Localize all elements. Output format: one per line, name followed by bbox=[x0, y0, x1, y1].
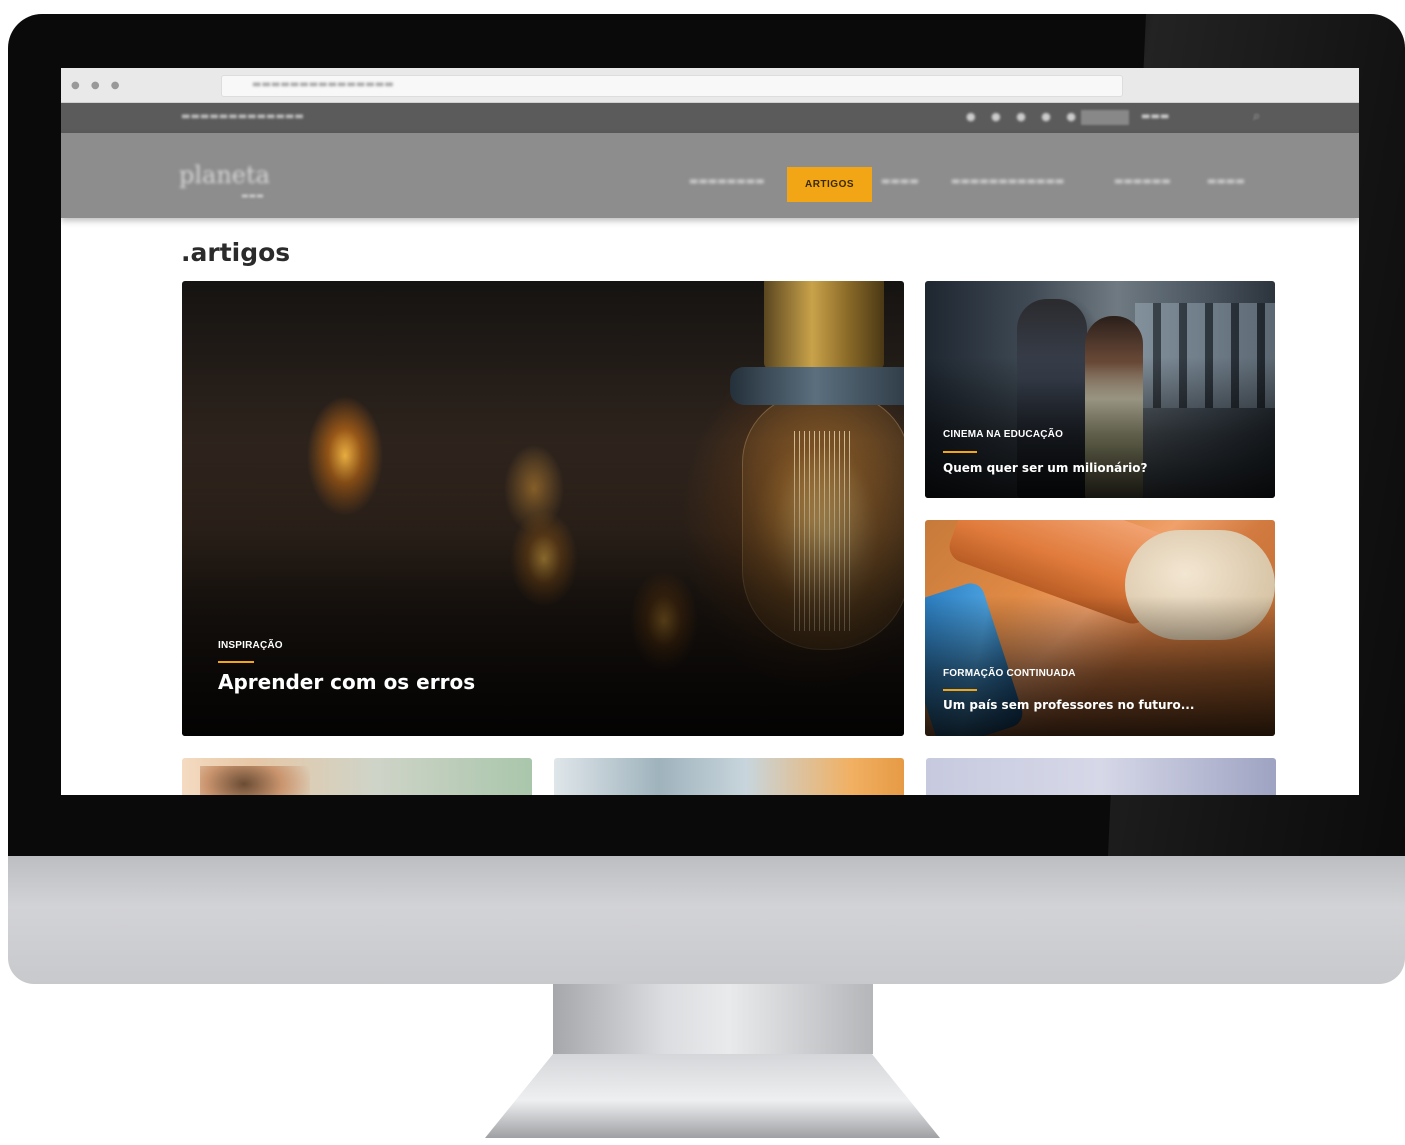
article-card-formacao[interactable]: FORMAÇÃO CONTINUADA Um país sem professo… bbox=[925, 520, 1275, 736]
nav-item-blurred-4[interactable]: ▬▬▬▬▬▬ bbox=[1114, 176, 1171, 187]
featured-article-card[interactable]: INSPIRAÇÃO Aprender com os erros bbox=[182, 281, 904, 736]
featured-title[interactable]: Aprender com os erros bbox=[218, 670, 475, 694]
browser-toolbar: ● ● ● ▬▬▬▬▬▬▬▬▬▬▬▬▬▬▬ bbox=[61, 68, 1359, 103]
main-navigation: planeta ▬▬▬ ▬▬▬▬▬▬▬▬ ARTIGOS ▬▬▬▬ ▬▬▬▬▬▬… bbox=[61, 133, 1359, 218]
article-card-bottom-3[interactable] bbox=[926, 758, 1276, 795]
search-icon[interactable]: ⌕ bbox=[1253, 109, 1260, 124]
card-gradient-overlay bbox=[925, 356, 1275, 498]
card-title[interactable]: Quem quer ser um milionário? bbox=[943, 461, 1148, 475]
card-category[interactable]: CINEMA NA EDUCAÇÃO bbox=[943, 429, 1063, 440]
window-controls-icon[interactable]: ● ● ● bbox=[71, 80, 124, 91]
address-bar-blurred-text: ▬▬▬▬▬▬▬▬▬▬▬▬▬▬▬ bbox=[252, 79, 394, 90]
category-underline bbox=[218, 661, 254, 663]
monitor-stand-neck bbox=[553, 984, 873, 1054]
card-category[interactable]: FORMAÇÃO CONTINUADA bbox=[943, 668, 1076, 679]
social-icons[interactable]: ● ● ● ● ● bbox=[966, 110, 1082, 123]
category-underline bbox=[943, 689, 977, 691]
nav-item-blurred-3[interactable]: ▬▬▬▬▬▬▬▬▬▬▬▬ bbox=[951, 176, 1064, 187]
monitor-screen: ● ● ● ▬▬▬▬▬▬▬▬▬▬▬▬▬▬▬ ▬▬▬▬▬▬▬▬▬▬▬▬▬ ● ● … bbox=[61, 68, 1359, 795]
category-underline bbox=[943, 451, 977, 453]
monitor-stand-base bbox=[485, 1054, 940, 1138]
utility-button[interactable] bbox=[1081, 110, 1129, 125]
bulb-socket-image bbox=[764, 281, 884, 369]
article-card-bottom-2[interactable] bbox=[554, 758, 904, 795]
nav-item-artigos[interactable]: ARTIGOS bbox=[787, 167, 872, 202]
card-gradient-overlay bbox=[925, 595, 1275, 736]
nav-item-blurred-5[interactable]: ▬▬▬▬ bbox=[1207, 176, 1245, 187]
page-title: .artigos bbox=[181, 238, 291, 267]
address-bar[interactable]: ▬▬▬▬▬▬▬▬▬▬▬▬▬▬▬ bbox=[221, 75, 1123, 97]
featured-category[interactable]: INSPIRAÇÃO bbox=[218, 640, 283, 651]
article-card-bottom-1[interactable] bbox=[182, 758, 532, 795]
utility-bar-blurred-text: ▬▬▬▬▬▬▬▬▬▬▬▬▬ bbox=[181, 111, 304, 122]
top-utility-bar: ▬▬▬▬▬▬▬▬▬▬▬▬▬ ● ● ● ● ● ▬▬▬ ⌕ bbox=[61, 103, 1359, 133]
utility-link[interactable]: ▬▬▬ bbox=[1141, 111, 1169, 122]
monitor-chin bbox=[8, 856, 1405, 984]
card-title[interactable]: Um país sem professores no futuro... bbox=[943, 698, 1194, 712]
nav-item-blurred-2[interactable]: ▬▬▬▬ bbox=[881, 176, 919, 187]
site-logo[interactable]: planeta bbox=[179, 161, 270, 189]
nav-item-blurred-1[interactable]: ▬▬▬▬▬▬▬▬ bbox=[689, 176, 765, 187]
child-face-image bbox=[200, 766, 310, 795]
site-logo-tagline: ▬▬▬ bbox=[241, 191, 264, 200]
bulb-collar-image bbox=[730, 367, 904, 405]
article-card-cinema[interactable]: CINEMA NA EDUCAÇÃO Quem quer ser um mili… bbox=[925, 281, 1275, 498]
